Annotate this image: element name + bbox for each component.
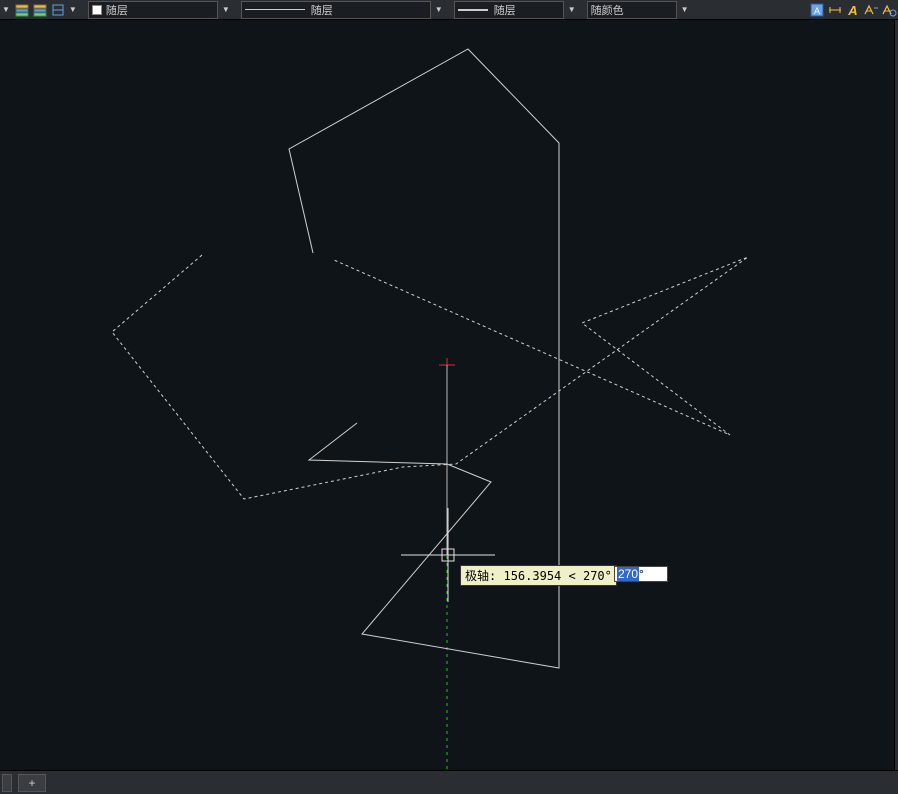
add-tab-label: + (28, 776, 35, 790)
dropdown-arrow-icon[interactable]: ▼ (568, 5, 576, 14)
linetype-dropdown-label: 随层 (311, 2, 333, 18)
svg-text:A: A (814, 6, 820, 16)
dynamic-input-value: 270 (617, 567, 639, 581)
text-style-icon[interactable]: A (809, 2, 825, 18)
drawing-canvas[interactable]: 极轴: 156.3954 < 270° 270° (0, 20, 898, 770)
layer-dropdown[interactable]: 随层 (88, 1, 218, 19)
bycolor-dropdown-label: 随颜色 (591, 2, 624, 18)
layer-properties-icon[interactable] (50, 2, 66, 18)
color-swatch-white-icon (92, 5, 102, 15)
annotation-measure-icon[interactable] (863, 2, 879, 18)
polar-tooltip: 极轴: 156.3954 < 270° (460, 565, 617, 586)
annotation-find-icon[interactable] (881, 2, 897, 18)
line-sample-thick-icon (458, 9, 488, 11)
top-toolbar: ▼ ▼ 随层 ▼ 随层 ▼ 随层 ▼ 随颜色 ▼ A A (0, 0, 898, 20)
layer-states-icon[interactable] (14, 2, 30, 18)
dropdown-arrow-icon[interactable]: ▼ (69, 5, 77, 14)
tooltip-distance: 156.3954 (503, 569, 561, 583)
side-strip (894, 20, 898, 770)
tab-handle[interactable] (2, 774, 12, 792)
dropdown-arrow-icon[interactable]: ▼ (2, 5, 10, 14)
dynamic-input[interactable]: 270° (614, 566, 668, 582)
dropdown-arrow-icon[interactable]: ▼ (435, 5, 443, 14)
tooltip-label: 极轴: (465, 569, 496, 583)
dynamic-input-suffix: ° (639, 567, 644, 581)
lineweight-dropdown-label: 随层 (494, 2, 516, 18)
svg-text:A: A (847, 3, 857, 18)
drawing-svg (0, 20, 898, 770)
lineweight-dropdown[interactable]: 随层 (454, 1, 564, 19)
layer-isolate-icon[interactable] (32, 2, 48, 18)
dropdown-arrow-icon[interactable]: ▼ (222, 5, 230, 14)
tooltip-angle-sep: < (569, 569, 576, 583)
bycolor-dropdown[interactable]: 随颜色 (587, 1, 677, 19)
dimension-style-icon[interactable] (827, 2, 843, 18)
annotation-a-icon[interactable]: A (845, 2, 861, 18)
dropdown-arrow-icon[interactable]: ▼ (681, 5, 689, 14)
add-tab-button[interactable]: + (18, 774, 46, 792)
line-sample-icon (245, 9, 305, 10)
crosshair-cursor-icon (401, 508, 495, 602)
tooltip-angle: 270° (583, 569, 612, 583)
tab-bar: + (0, 770, 898, 794)
linetype-dropdown[interactable]: 随层 (241, 1, 431, 19)
layer-dropdown-label: 随层 (106, 2, 128, 18)
